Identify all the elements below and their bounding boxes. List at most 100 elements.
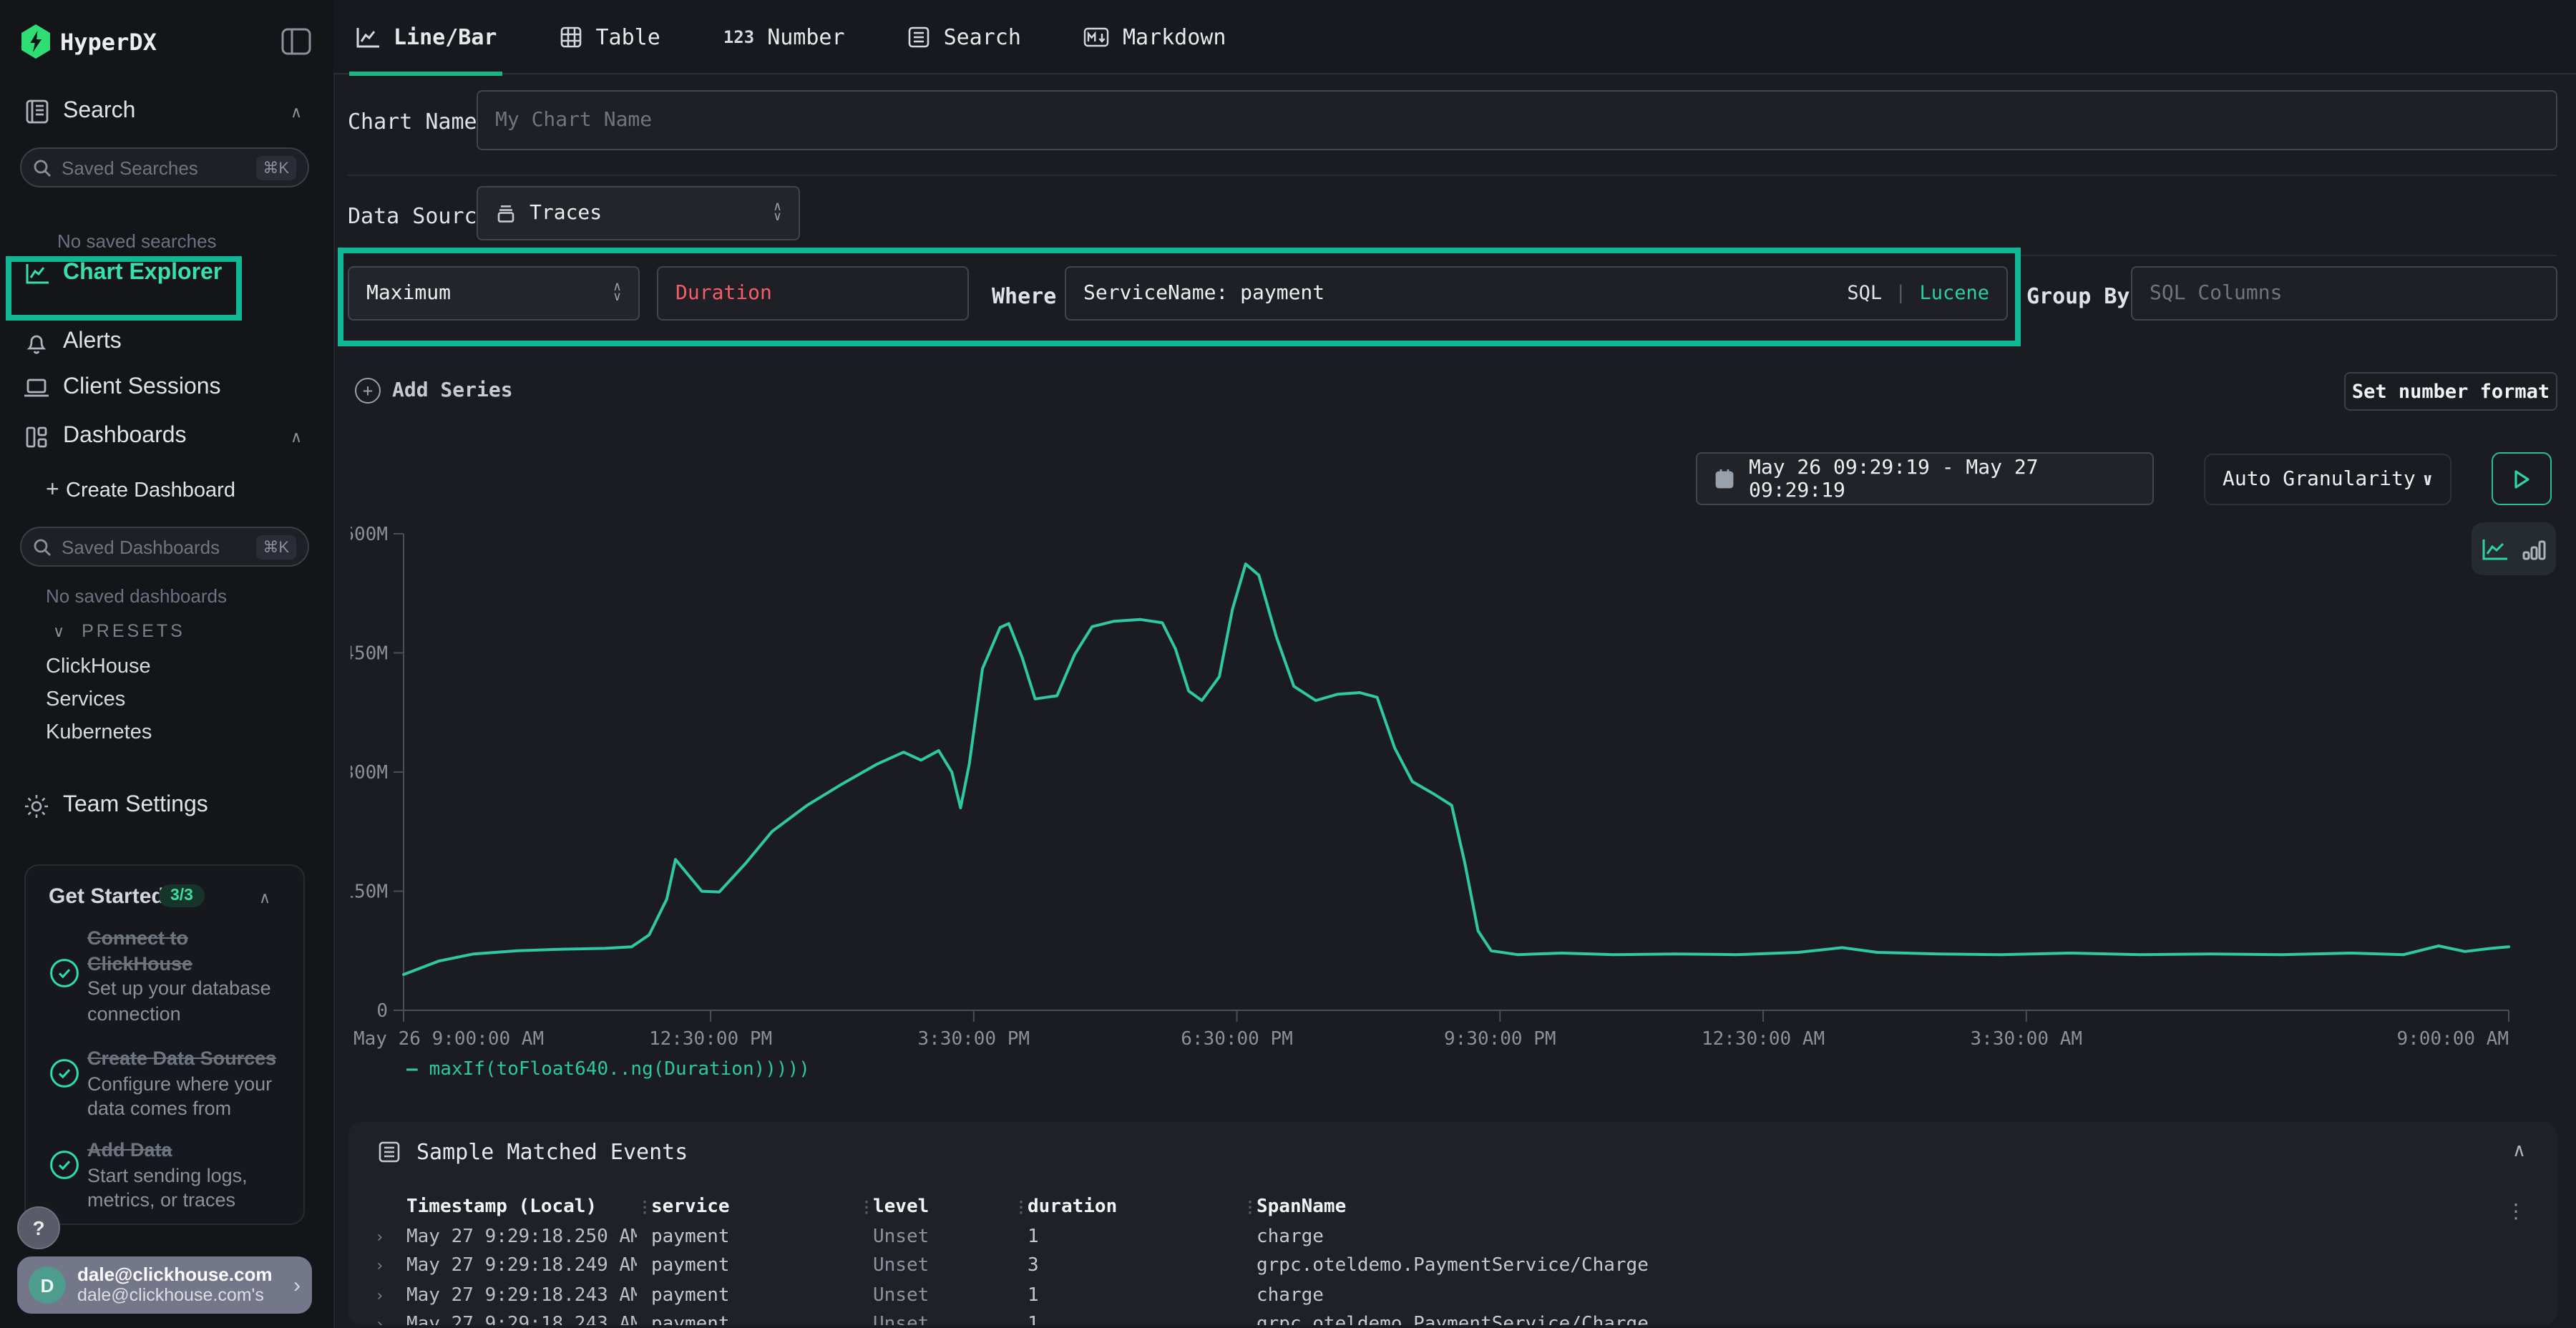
run-query-button[interactable] [2492,452,2552,505]
group-by-input[interactable]: SQL Columns [2131,266,2557,321]
sidebar-item-client-sessions[interactable]: Client Sessions [0,363,333,412]
date-range-input[interactable]: May 26 09:29:19 - May 27 09:29:19 [1696,452,2154,505]
event-row[interactable]: › May 27 9:29:18.249 AM payment Unset 3 … [348,1251,2557,1281]
tab-label: Number [767,24,844,49]
field-input[interactable]: Duration [657,266,969,321]
expand-row-icon[interactable]: › [375,1228,406,1246]
check-circle-icon [49,957,80,989]
bell-icon [23,328,50,356]
set-number-format-button[interactable]: Set number format [2344,372,2557,411]
add-series-label: Add Series [392,379,513,402]
check-circle-icon [49,1149,80,1181]
events-table: Timestamp (Local) ⋮ service ⋮ level ⋮ du… [348,1191,2557,1325]
tab-line-bar[interactable]: Line/Bar [355,0,497,74]
preset-item-services[interactable]: Services [46,688,125,711]
events-panel-header[interactable]: Sample Matched Events [378,1139,688,1165]
saved-dashboards-input[interactable]: Saved Dashboards ⌘K [20,527,309,567]
aggregation-select[interactable]: Maximum ∧∨ [348,266,640,321]
chart-name-input[interactable]: My Chart Name [477,90,2557,150]
shortcut-badge: ⌘K [255,534,296,559]
column-header[interactable]: duration [1028,1196,1242,1217]
y-tick-label: 600M [351,524,388,545]
column-resize-handle[interactable]: ⋮ [1242,1197,1257,1216]
tab-number[interactable]: 123 Number [723,0,845,74]
column-header[interactable]: service [651,1196,859,1217]
collapse-panel-icon[interactable]: ∧ [2512,1139,2526,1162]
x-tick-label: 9:00:00 AM [2396,1028,2509,1050]
sidebar-section-search[interactable]: Search ∧ [0,90,333,133]
events-table-header: Timestamp (Local) ⋮ service ⋮ level ⋮ du… [348,1191,2557,1222]
where-query-input[interactable]: ServiceName: payment SQL | Lucene [1065,266,2008,321]
expand-row-icon[interactable]: › [375,1286,406,1305]
sidebar-section-search-label: Search [63,99,135,125]
preset-item-clickhouse[interactable]: ClickHouse [46,655,151,678]
dashboards-icon [23,423,50,450]
column-resize-handle[interactable]: ⋮ [637,1197,651,1216]
x-tick-label: 12:30:00 AM [1702,1028,1825,1050]
cell-duration: 1 [1028,1285,1242,1307]
create-dashboard-button[interactable]: + Create Dashboard [0,469,333,512]
sidebar-item-team-settings[interactable]: Team Settings [0,784,333,827]
kebab-menu-icon[interactable]: ⋮ [2506,1199,2526,1224]
sidebar-item-label: Client Sessions [63,375,221,401]
cell-timestamp: May 27 9:29:18.250 AM [406,1226,637,1248]
data-source-select[interactable]: Traces ∧∨ [477,186,800,240]
legend-swatch: — [406,1059,418,1080]
column-resize-handle[interactable]: ⋮ [859,1197,873,1216]
gear-icon [23,792,50,819]
list-icon [378,1141,401,1163]
y-tick-label: 300M [351,762,388,783]
sidebar-item-alerts[interactable]: Alerts [0,318,333,366]
expand-row-icon[interactable]: › [375,1257,406,1276]
chevron-up-icon[interactable]: ∧ [291,427,302,446]
tab-table[interactable]: Table [560,0,660,74]
sidebar-item-dashboards[interactable]: Dashboards∧ [0,412,333,461]
sql-language-toggle[interactable]: SQL [1847,282,1882,305]
expand-row-icon[interactable]: › [375,1316,406,1326]
markdown-icon [1084,26,1110,47]
event-row[interactable]: › May 27 9:29:18.243 AM payment Unset 1 … [348,1310,2557,1325]
user-menu[interactable]: D dale@clickhouse.com dale@clickhouse.co… [17,1256,312,1314]
data-source-value: Traces [530,202,602,225]
column-header[interactable]: SpanName [1257,1196,2557,1217]
saved-searches-placeholder: Saved Searches [62,157,245,178]
cell-timestamp: May 27 9:29:18.249 AM [406,1256,637,1277]
column-header[interactable]: Timestamp (Local) [406,1196,637,1217]
saved-searches-input[interactable]: Saved Searches ⌘K [20,147,309,187]
legend-series-label: maxIf(toFloat640..ng(Duration))))) [429,1059,810,1080]
tab-search[interactable]: Search [908,0,1021,74]
get-started-item-title: Connect to ClickHouse [87,926,283,976]
granularity-select[interactable]: Auto Granularity ∨ [2204,454,2451,505]
journal-icon [23,98,50,125]
preset-item-kubernetes[interactable]: Kubernetes [46,721,152,744]
get-started-item[interactable]: Create Data Sources Configure where your… [49,1046,283,1121]
team-settings-label: Team Settings [63,793,208,819]
tab-label: Markdown [1123,24,1226,49]
presets-group-toggle[interactable]: ∨ PRESETS [53,621,185,641]
tab-markdown[interactable]: Markdown [1084,0,1226,74]
add-series-button[interactable]: + Add Series [355,375,513,406]
timeseries-chart[interactable]: 0150M300M450M600MMay 26 9:00:00 AM12:30:… [351,515,2540,1073]
chevron-up-icon[interactable]: ∧ [259,889,270,907]
sidebar-item-chart-explorer[interactable]: Chart Explorer [0,249,333,298]
search-icon [33,537,52,556]
check-circle-icon [49,1058,80,1089]
column-header[interactable]: level [873,1196,1013,1217]
help-button[interactable]: ? [17,1206,60,1249]
collapse-sidebar-icon[interactable] [280,27,312,56]
cell-level: Unset [873,1314,1013,1326]
event-row[interactable]: › May 27 9:29:18.250 AM payment Unset 1 … [348,1222,2557,1251]
column-resize-handle[interactable]: ⋮ [1013,1197,1028,1216]
plus-circle-icon: + [355,378,381,404]
get-started-item-title: Add Data [87,1138,283,1163]
cell-service: payment [651,1314,859,1326]
play-icon [2513,469,2530,489]
where-query-value: ServiceName: payment [1083,282,1324,305]
get-started-item[interactable]: Connect to ClickHouse Set up your databa… [49,926,283,1026]
chevron-up-icon[interactable]: ∧ [291,102,302,121]
sample-matched-events-panel: Sample Matched Events ∧ ⋮ Timestamp (Loc… [348,1122,2557,1325]
lucene-language-toggle[interactable]: Lucene [1919,282,1989,305]
get-started-item[interactable]: Add Data Start sending logs, metrics, or… [49,1138,283,1213]
granularity-value: Auto Granularity [2223,468,2416,491]
event-row[interactable]: › May 27 9:29:18.243 AM payment Unset 1 … [348,1281,2557,1310]
